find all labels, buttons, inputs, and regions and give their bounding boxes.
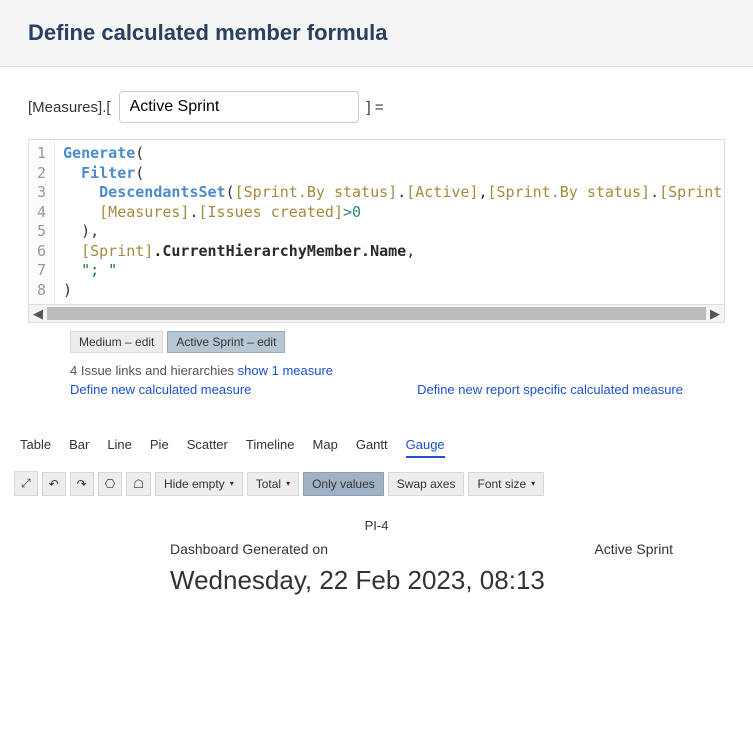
scroll-left-icon[interactable]: ◀ [29,305,47,322]
bookmark-icon[interactable]: ☖ [126,472,151,496]
horizontal-scrollbar[interactable]: ◀ ▶ [28,305,725,323]
tab-scatter[interactable]: Scatter [187,437,228,458]
tab-table[interactable]: Table [20,437,51,458]
issue-links-text: 4 Issue links and hierarchies [70,363,238,378]
active-sprint-label: Active Sprint [594,541,673,557]
define-report-link[interactable]: Define new report specific calculated me… [417,382,683,397]
only-values-button[interactable]: Only values [303,472,384,496]
modal-title: Define calculated member formula [28,20,725,46]
drilldown-icon[interactable]: ⎔ [98,472,122,496]
tab-pie[interactable]: Pie [150,437,169,458]
swap-axes-button[interactable]: Swap axes [388,472,465,496]
member-name-input[interactable] [119,91,359,123]
code-editor[interactable]: 1 2 3 4 5 6 7 8 Generate( Filter( Descen… [28,139,725,305]
toolbar: ⤢ ↶ ↷ ⎔ ☖ Hide empty Total Only values S… [0,465,753,502]
tab-gauge[interactable]: Gauge [406,437,445,458]
code-content[interactable]: Generate( Filter( DescendantsSet([Sprint… [55,140,724,304]
tab-map[interactable]: Map [313,437,338,458]
tag-active-sprint-edit[interactable]: Active Sprint – edit [167,331,285,353]
tab-gantt[interactable]: Gantt [356,437,388,458]
redo-icon[interactable]: ↷ [70,472,94,496]
chart-type-tabs: Table Bar Line Pie Scatter Timeline Map … [0,407,753,465]
formula-suffix: ] = [367,99,384,116]
tag-medium-edit[interactable]: Medium – edit [70,331,163,353]
line-gutter: 1 2 3 4 5 6 7 8 [29,140,55,304]
dashboard-generated-label: Dashboard Generated on [170,541,328,557]
formula-prefix: [Measures].[ [28,99,111,116]
hide-empty-button[interactable]: Hide empty [155,472,243,496]
total-button[interactable]: Total [247,472,299,496]
undo-icon[interactable]: ↶ [42,472,66,496]
define-calc-link[interactable]: Define new calculated measure [70,382,251,397]
expand-icon[interactable]: ⤢ [14,471,38,496]
dashboard-date: Wednesday, 22 Feb 2023, 08:13 [20,561,733,596]
tab-line[interactable]: Line [107,437,132,458]
tab-timeline[interactable]: Timeline [246,437,295,458]
tab-bar[interactable]: Bar [69,437,89,458]
show-measure-link[interactable]: show 1 measure [238,363,333,378]
font-size-button[interactable]: Font size [468,472,544,496]
scroll-track[interactable] [47,307,706,320]
scroll-right-icon[interactable]: ▶ [706,305,724,322]
pi-label: PI-4 [20,512,733,537]
